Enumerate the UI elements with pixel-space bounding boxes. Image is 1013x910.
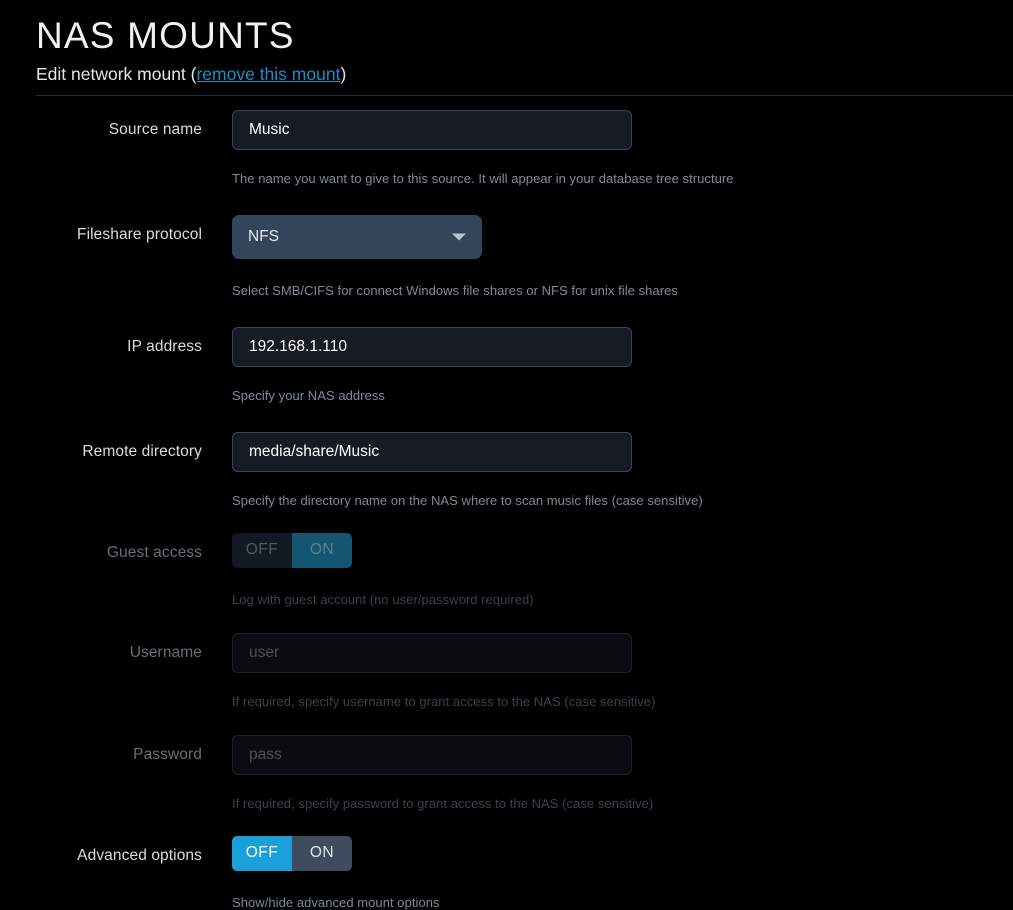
advanced-options-toggle-off[interactable]: OFF xyxy=(232,835,292,871)
control-fileshare-protocol: NFS xyxy=(202,214,1013,259)
subtitle-prefix: Edit network mount ( xyxy=(36,63,197,84)
advanced-options-toggle-on[interactable]: ON xyxy=(292,835,352,871)
subtitle-suffix: ) xyxy=(340,63,347,84)
hint-remote-directory: Specify the directory name on the NAS wh… xyxy=(232,492,703,508)
hint-source-name: The name you want to give to this source… xyxy=(232,170,734,186)
control-password xyxy=(202,734,1013,775)
remove-this-mount-link[interactable]: remove this mount xyxy=(196,64,340,84)
field-row-username: Username xyxy=(0,632,1013,673)
field-row-ip-address: IP address xyxy=(0,326,1013,367)
label-username: Username xyxy=(129,643,202,661)
hint-advanced-options: Show/hide advanced mount options xyxy=(232,894,440,910)
hint-fileshare-protocol: Select SMB/CIFS for connect Windows file… xyxy=(232,282,678,298)
username-input[interactable] xyxy=(232,632,632,673)
advanced-options-toggle[interactable]: OFF ON xyxy=(232,835,352,871)
page-title: NAS MOUNTS xyxy=(36,15,295,56)
hint-password: If required, specify password to grant a… xyxy=(232,795,654,811)
password-input[interactable] xyxy=(232,734,632,775)
hint-username: If required, specify username to grant a… xyxy=(232,693,656,709)
control-guest-access: OFF ON xyxy=(202,532,1013,568)
nas-mount-form: Source name The name you want to give to… xyxy=(0,96,1013,909)
label-guest-access: Guest access xyxy=(106,543,202,561)
guest-access-toggle-on[interactable]: ON xyxy=(292,532,352,568)
control-username xyxy=(202,632,1013,673)
label-password: Password xyxy=(133,745,202,763)
guest-access-toggle-off[interactable]: OFF xyxy=(232,532,292,568)
ip-address-input[interactable] xyxy=(232,326,632,367)
page-header: NAS MOUNTS Edit network mount (remove th… xyxy=(0,0,1013,96)
label-remote-directory: Remote directory xyxy=(82,442,202,460)
field-row-remote-directory: Remote directory xyxy=(0,431,1013,472)
label-source-name: Source name xyxy=(108,120,202,138)
label-advanced-options: Advanced options xyxy=(77,846,202,864)
fileshare-protocol-select-wrap: NFS xyxy=(232,214,482,259)
field-row-advanced-options: Advanced options OFF ON xyxy=(0,835,1013,871)
source-name-input[interactable] xyxy=(232,109,632,150)
fileshare-protocol-select[interactable]: NFS xyxy=(232,214,482,259)
field-row-source-name: Source name xyxy=(0,109,1013,150)
field-row-guest-access: Guest access OFF ON xyxy=(0,532,1013,568)
field-row-fileshare-protocol: Fileshare protocol NFS xyxy=(0,214,1013,259)
field-row-password: Password xyxy=(0,734,1013,775)
guest-access-toggle[interactable]: OFF ON xyxy=(232,532,352,568)
hint-ip-address: Specify your NAS address xyxy=(232,387,385,403)
label-ip-address: IP address xyxy=(127,337,202,355)
fileshare-protocol-selected-value: NFS xyxy=(248,227,279,245)
hint-guest-access: Log with guest account (no user/password… xyxy=(232,591,534,607)
header-divider xyxy=(36,94,1013,96)
control-advanced-options: OFF ON xyxy=(202,835,1013,871)
control-remote-directory xyxy=(202,431,1013,472)
label-fileshare-protocol: Fileshare protocol xyxy=(77,225,202,243)
control-ip-address xyxy=(202,326,1013,367)
page-subtitle: Edit network mount (remove this mount) xyxy=(0,58,1013,86)
control-source-name xyxy=(202,109,1013,150)
remote-directory-input[interactable] xyxy=(232,431,632,472)
